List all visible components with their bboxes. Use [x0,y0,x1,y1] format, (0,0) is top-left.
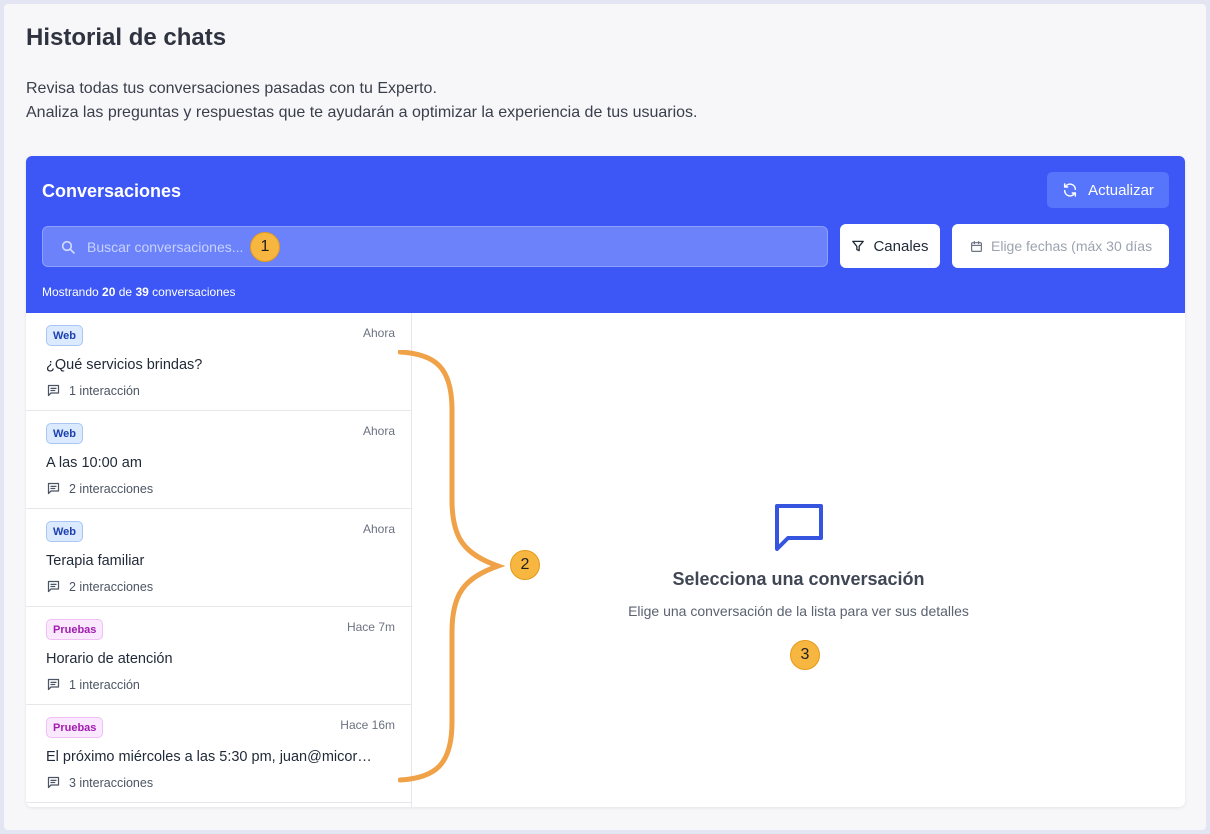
channel-badge: Web [46,423,84,444]
page-description-line2: Analiza las preguntas y respuestas que t… [26,104,698,121]
search-icon [61,240,75,254]
message-icon [47,678,60,691]
chat-history-page: Historial de chats Revisa todas tus conv… [4,4,1206,830]
count-prefix: Mostrando [42,285,99,299]
interaction-count: 3 interacciones [46,775,153,790]
channel-badge: Pruebas [46,717,104,738]
interaction-count: 2 interacciones [46,579,153,594]
conversation-message: A las 10:00 am [46,455,142,471]
empty-state-subtitle: Elige una conversación de la lista para … [628,603,969,619]
page-description-line1: Revisa todas tus conversaciones pasadas … [26,80,437,97]
count-suffix: conversaciones [152,285,236,299]
conversation-time: Ahora [362,326,395,340]
count-of: de [118,285,133,299]
channels-filter-button[interactable]: Canales [840,224,940,268]
conversation-message: Horario de atención [46,651,173,667]
channel-badge: Web [46,325,84,346]
conversation-message: ¿Qué servicios brindas? [46,357,203,373]
annotation-marker-1: 1 [250,232,280,262]
date-placeholder: Elige fechas (máx 30 días [991,238,1153,254]
results-count: Mostrando 20 de 39 conversaciones [42,285,236,299]
interaction-label: 3 interacciones [69,775,154,790]
conversation-list: Web Ahora ¿Qué servicios brindas? 1 inte… [26,313,412,807]
conversation-time: Ahora [362,522,395,536]
channel-badge: Pruebas [46,619,104,640]
refresh-icon [1063,183,1077,197]
calendar-icon [971,240,982,252]
message-icon [47,580,60,593]
message-icon [47,776,60,789]
interaction-label: 1 interacción [69,383,140,398]
conversation-time: Hace 7m [346,620,395,634]
panel-title: Conversaciones [42,181,182,201]
annotation-brace [398,350,506,783]
count-shown: 20 [102,285,116,299]
conversation-message: El próximo miércoles a las 5:30 pm, juan… [46,749,376,765]
channels-label: Canales [873,237,929,255]
interaction-label: 2 interacciones [69,481,154,496]
conversation-item[interactable]: Web Ahora ¿Qué servicios brindas? 1 inte… [26,313,411,411]
message-icon [47,482,60,495]
panel-header: Conversaciones Actualizar Buscar convers… [26,156,1185,313]
conversation-item[interactable]: Pruebas Hace 16m El próximo miércoles a … [26,705,411,803]
interaction-count: 1 interacción [46,677,140,692]
message-icon [47,384,60,397]
filter-icon [852,240,865,252]
conversation-time: Ahora [362,424,395,438]
conversation-item[interactable]: Web Ahora Terapia familiar 2 interaccion… [26,509,411,607]
page-title: Historial de chats [26,24,227,51]
annotation-marker-2: 2 [510,550,540,580]
search-input[interactable] [87,227,787,266]
conversation-message: Terapia familiar [46,553,145,569]
interaction-label: 2 interacciones [69,579,154,594]
conversation-item[interactable]: Pruebas Hace 7m Horario de atención 1 in… [26,607,411,705]
annotation-marker-3: 3 [790,640,820,670]
conversations-panel: Conversaciones Actualizar Buscar convers… [26,156,1185,807]
interaction-count: 1 interacción [46,383,140,398]
interaction-label: 1 interacción [69,677,140,692]
refresh-label: Actualizar [1088,181,1154,199]
conversation-item[interactable]: Web Ahora A las 10:00 am 2 interacciones [26,411,411,509]
interaction-count: 2 interacciones [46,481,153,496]
channel-badge: Web [46,521,84,542]
count-total: 39 [135,285,149,299]
refresh-button[interactable]: Actualizar [1047,172,1169,208]
search-box[interactable] [42,226,828,267]
conversation-time: Hace 16m [340,718,395,732]
date-range-picker[interactable]: Elige fechas (máx 30 días [952,224,1169,268]
chat-bubble-icon [775,504,823,551]
